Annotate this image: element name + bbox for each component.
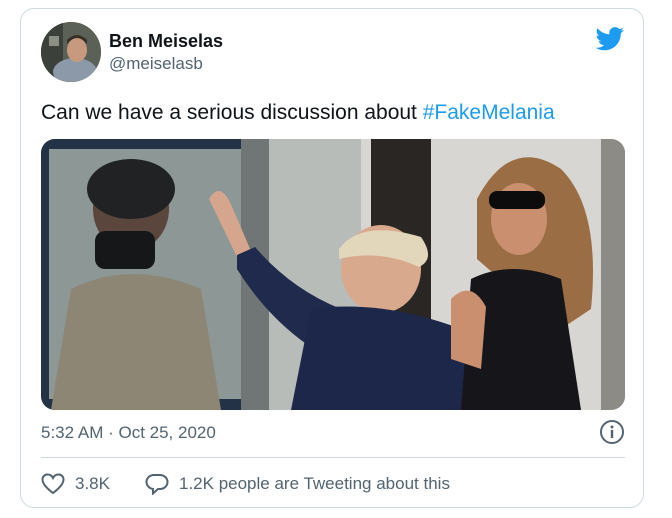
photo-illustration [41, 139, 625, 410]
tweet-photo[interactable] [41, 139, 625, 410]
hashtag-link[interactable]: #FakeMelania [423, 101, 555, 124]
info-icon[interactable] [599, 419, 625, 445]
tweet-text: Can we have a serious discussion about #… [41, 101, 555, 125]
avatar-image [41, 22, 101, 82]
avatar[interactable] [41, 22, 101, 82]
author-handle[interactable]: @meiselasb [109, 54, 203, 74]
divider [41, 457, 625, 458]
twitter-bird-icon[interactable] [595, 27, 625, 51]
heart-icon [41, 473, 65, 495]
reply-button[interactable]: 1.2K people are Tweeting about this [145, 472, 450, 496]
tweet-timestamp[interactable]: 5:32 AM · Oct 25, 2020 [41, 423, 216, 443]
author-name[interactable]: Ben Meiselas [109, 31, 223, 52]
tweet-card: Ben Meiselas @meiselasb Can we have a se… [20, 8, 644, 508]
speech-bubble-icon [145, 474, 169, 495]
reply-text: 1.2K people are Tweeting about this [179, 474, 450, 493]
like-count: 3.8K [75, 474, 110, 493]
like-button[interactable]: 3.8K [41, 472, 110, 496]
tweet-body: Can we have a serious discussion about [41, 101, 423, 124]
